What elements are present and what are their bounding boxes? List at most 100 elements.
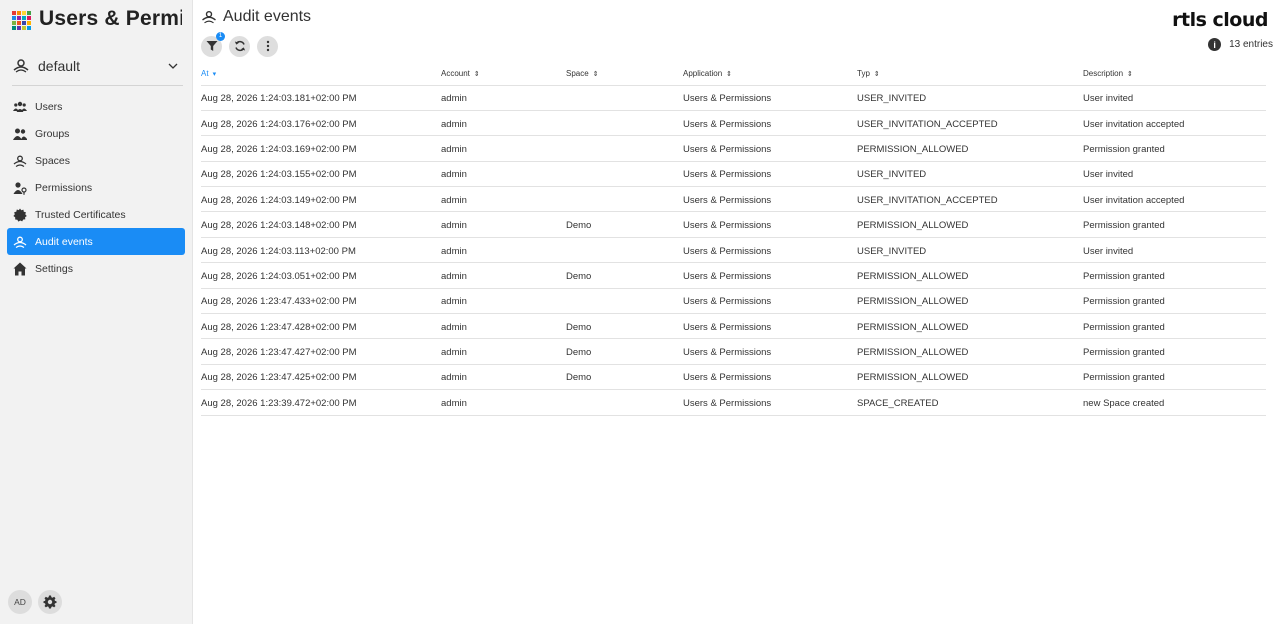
column-header-typ[interactable]: Typ ⇕ — [857, 63, 1083, 86]
table-row[interactable]: Aug 28, 2026 1:24:03.176+02:00 PM admin Us… — [201, 110, 1266, 137]
logo-cell — [12, 10, 16, 15]
cell-application: Users & Permissions — [683, 237, 857, 264]
cell-account: admin — [441, 211, 566, 238]
avatar[interactable]: AD — [8, 590, 32, 614]
entries-label: 13 entries — [1229, 39, 1273, 50]
refresh-button[interactable] — [229, 35, 250, 57]
table-row[interactable]: Aug 28, 2026 1:23:47.425+02:00 PM admin De… — [201, 364, 1266, 391]
app-title: Users & Permi... — [39, 7, 182, 30]
cell-account: admin — [441, 313, 566, 340]
brand-logo: rtls cloud — [1172, 9, 1268, 31]
cell-space — [566, 110, 683, 137]
cell-typ: USER_INVITATION_ACCEPTED — [857, 110, 1083, 137]
table-row[interactable]: Aug 28, 2026 1:24:03.051+02:00 PM admin De… — [201, 262, 1266, 289]
cell-description: Permission granted — [1083, 338, 1266, 365]
logo-cell — [27, 10, 31, 15]
cell-space — [566, 389, 683, 416]
cell-space: Demo — [566, 262, 683, 289]
table-row[interactable]: Aug 28, 2026 1:23:47.428+02:00 PM admin De… — [201, 313, 1266, 340]
table-row[interactable]: Aug 28, 2026 1:24:03.113+02:00 PM admin Us… — [201, 237, 1266, 264]
cell-application: Users & Permissions — [683, 161, 857, 188]
sidebar-item-label: Settings — [35, 262, 73, 275]
logo-cell — [27, 15, 31, 20]
app-window: Users & Permi... default Users — [0, 0, 1280, 624]
sidebar-item-settings[interactable]: Settings — [7, 255, 185, 282]
cell-description: Permission granted — [1083, 288, 1266, 315]
cell-description: User invited — [1083, 85, 1266, 111]
table-row[interactable]: Aug 28, 2026 1:24:03.155+02:00 PM admin Us… — [201, 161, 1266, 188]
table-row[interactable]: Aug 28, 2026 1:24:03.169+02:00 PM admin Us… — [201, 135, 1266, 162]
more-options-button[interactable] — [257, 35, 278, 57]
cell-description: Permission granted — [1083, 135, 1266, 162]
cell-application: Users & Permissions — [683, 85, 857, 111]
cell-typ: PERMISSION_ALLOWED — [857, 338, 1083, 365]
cell-account: admin — [441, 161, 566, 188]
cell-space: Demo — [566, 338, 683, 365]
sort-icon: ⇕ — [592, 71, 599, 79]
sidebar-item-label: Groups — [35, 127, 70, 140]
column-header-account[interactable]: Account ⇕ — [441, 63, 566, 86]
cell-space — [566, 237, 683, 264]
cell-at: Aug 28, 2026 1:24:03.051+02:00 PM — [201, 262, 441, 289]
sidebar-footer: AD — [8, 590, 62, 614]
cell-description: Permission granted — [1083, 262, 1266, 289]
sidebar-item-permissions[interactable]: Permissions — [7, 174, 185, 201]
cell-account: admin — [441, 364, 566, 391]
column-header-description[interactable]: Description ⇕ — [1083, 63, 1266, 86]
cell-at: Aug 28, 2026 1:24:03.155+02:00 PM — [201, 161, 441, 188]
column-header-space[interactable]: Space ⇕ — [566, 63, 683, 86]
cell-account: admin — [441, 135, 566, 162]
cell-description: Permission granted — [1083, 313, 1266, 340]
space-selector[interactable]: default — [12, 46, 183, 86]
cell-description: User invited — [1083, 237, 1266, 264]
settings-home-icon — [13, 262, 27, 275]
table-row[interactable]: Aug 28, 2026 1:23:47.427+02:00 PM admin De… — [201, 338, 1266, 365]
sidebar: Users & Permi... default Users — [0, 0, 193, 624]
cell-application: Users & Permissions — [683, 338, 857, 365]
sidebar-item-users[interactable]: Users — [7, 93, 185, 120]
cell-typ: USER_INVITED — [857, 161, 1083, 188]
sidebar-item-label: Spaces — [35, 154, 71, 167]
logo-cell — [12, 15, 16, 20]
cell-at: Aug 28, 2026 1:24:03.176+02:00 PM — [201, 110, 441, 137]
sidebar-item-label: Permissions — [35, 181, 93, 194]
global-settings-button[interactable] — [38, 590, 62, 614]
column-header-label: Account — [441, 69, 470, 79]
table-row[interactable]: Aug 28, 2026 1:23:47.433+02:00 PM admin Us… — [201, 288, 1266, 315]
logo-cell — [12, 20, 16, 25]
cell-space — [566, 186, 683, 213]
table-row[interactable]: Aug 28, 2026 1:24:03.148+02:00 PM admin De… — [201, 211, 1266, 238]
cell-at: Aug 28, 2026 1:23:39.472+02:00 PM — [201, 389, 441, 416]
sidebar-item-trusted-certificates[interactable]: Trusted Certificates — [7, 201, 185, 228]
table-row[interactable]: Aug 28, 2026 1:24:03.181+02:00 PM admin Us… — [201, 85, 1266, 111]
sidebar-item-groups[interactable]: Groups — [7, 120, 185, 147]
cell-application: Users & Permissions — [683, 364, 857, 391]
table-row[interactable]: Aug 28, 2026 1:23:39.472+02:00 PM admin Us… — [201, 389, 1266, 416]
cell-description: User invitation accepted — [1083, 110, 1266, 137]
spaces-icon — [13, 155, 27, 167]
app-title-bar[interactable]: Users & Permi... — [0, 0, 192, 38]
cell-account: admin — [441, 186, 566, 213]
table-row[interactable]: Aug 28, 2026 1:24:03.149+02:00 PM admin Us… — [201, 186, 1266, 213]
filter-button[interactable]: 1 — [201, 31, 225, 57]
cell-at: Aug 28, 2026 1:24:03.181+02:00 PM — [201, 85, 441, 111]
logo-cell — [17, 15, 21, 20]
sort-desc-icon: ▾ — [212, 71, 217, 79]
cell-space — [566, 135, 683, 162]
audit-events-table: At ▾ Account ⇕ Space ⇕ Application ⇕ Typ ⇕ De… — [201, 63, 1266, 416]
cell-space — [566, 288, 683, 315]
app-grid-logo-icon — [12, 10, 31, 30]
sort-icon: ⇕ — [1127, 71, 1133, 79]
cell-description: new Space created — [1083, 389, 1266, 416]
sidebar-item-audit-events[interactable]: Audit events — [7, 228, 185, 255]
cell-application: Users & Permissions — [683, 186, 857, 213]
sort-icon: ⇕ — [873, 71, 880, 79]
main-content: Audit events rtls cloud i 13 entries 1 A… — [193, 0, 1280, 624]
sidebar-item-spaces[interactable]: Spaces — [7, 147, 185, 174]
column-header-application[interactable]: Application ⇕ — [683, 63, 857, 86]
filter-count-badge: 1 — [216, 31, 225, 41]
cell-application: Users & Permissions — [683, 313, 857, 340]
cell-at: Aug 28, 2026 1:23:47.433+02:00 PM — [201, 288, 441, 315]
column-header-at[interactable]: At ▾ — [201, 63, 441, 86]
page-title: Audit events — [223, 8, 312, 25]
